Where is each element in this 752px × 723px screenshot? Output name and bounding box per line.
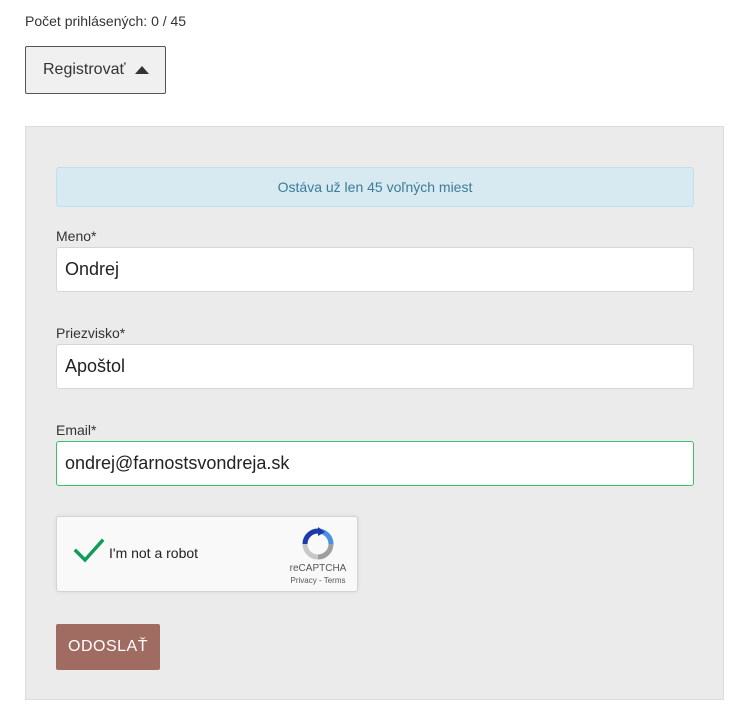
register-toggle-button[interactable]: Registrovať: [25, 46, 166, 94]
registration-count: Počet prihlásených: 0 / 45: [25, 13, 187, 29]
registration-form: Ostáva už len 45 voľných miest Meno* Pri…: [25, 126, 724, 700]
email-field[interactable]: [56, 441, 694, 486]
recaptcha-label: I'm not a robot: [109, 545, 199, 561]
recaptcha-brand: reCAPTCHA: [289, 563, 347, 574]
submit-button[interactable]: ODOSLAŤ: [56, 624, 160, 670]
last-name-label: Priezvisko*: [56, 325, 126, 341]
recaptcha-privacy-terms[interactable]: Privacy - Terms: [279, 576, 357, 585]
recaptcha-widget: I'm not a robot reCAPTCHA Privacy - Term…: [56, 516, 358, 592]
email-label: Email*: [56, 422, 97, 438]
first-name-label: Meno*: [56, 228, 97, 244]
first-name-field[interactable]: [56, 247, 694, 292]
recaptcha-logo-icon: [302, 527, 334, 560]
register-toggle-label: Registrovať: [43, 61, 126, 78]
seats-remaining-alert: Ostáva už len 45 voľných miest: [56, 167, 694, 207]
checkmark-icon[interactable]: [73, 537, 105, 565]
last-name-field[interactable]: [56, 344, 694, 389]
caret-up-icon: [135, 66, 150, 74]
